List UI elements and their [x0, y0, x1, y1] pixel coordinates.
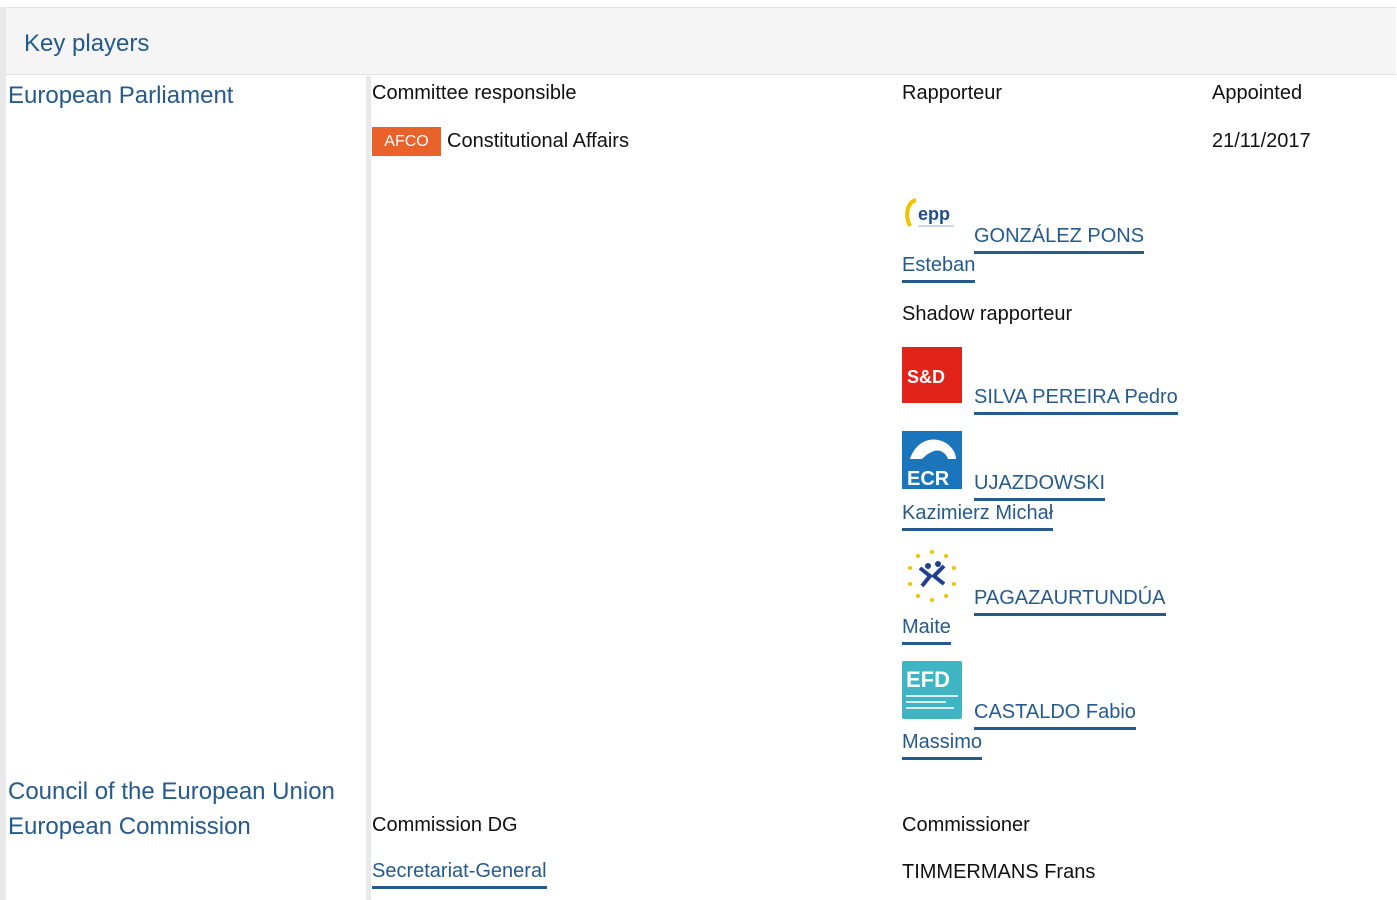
svg-text:EFD: EFD [906, 667, 950, 692]
sd-logo-icon: S&D [902, 347, 962, 403]
institution-european-commission[interactable]: European Commission [8, 813, 251, 841]
alde-logo-icon [902, 546, 962, 606]
institution-european-parliament[interactable]: European Parliament [8, 82, 233, 110]
commissioner-name: TIMMERMANS Frans [902, 861, 1096, 883]
svg-text:ECR: ECR [907, 468, 950, 490]
commissioner-label: Commissioner [902, 814, 1030, 836]
left-rule [0, 7, 6, 900]
epp-logo-icon: epp [902, 184, 962, 244]
efdd-logo-icon: EFD [902, 661, 962, 719]
committee-name: Constitutional Affairs [447, 130, 629, 152]
appointed-date: 21/11/2017 [1212, 130, 1311, 152]
key-players-page: Key players European Parliament Council … [0, 0, 1397, 900]
rapporteur-label: Rapporteur [902, 82, 1003, 104]
ecr-logo-icon: ECR [902, 431, 962, 490]
shadow-3-name-line1[interactable]: PAGAZAURTUNDÚA [974, 584, 1166, 616]
commission-dg-label: Commission DG [372, 814, 518, 836]
shadow-4-name-line2[interactable]: Massimo [902, 728, 983, 760]
shadow-4-name-line1[interactable]: CASTALDO Fabio [974, 698, 1136, 730]
appointed-label: Appointed [1212, 82, 1303, 104]
column-divider [366, 76, 371, 900]
shadow-3-name-line2[interactable]: Maite [902, 613, 951, 645]
committee-responsible-label: Committee responsible [372, 82, 577, 104]
institution-council[interactable]: Council of the European Union [8, 778, 335, 806]
committee-code-badge[interactable]: AFCO [372, 127, 441, 156]
shadow-rapporteur-label: Shadow rapporteur [902, 303, 1073, 325]
shadow-1-name[interactable]: SILVA PEREIRA Pedro [974, 383, 1178, 415]
commission-dg-link[interactable]: Secretariat-General [372, 857, 547, 889]
shadow-2-name-line2[interactable]: Kazimierz Michał [902, 499, 1054, 531]
rapporteur-name-line2[interactable]: Esteban [902, 251, 976, 283]
shadow-2-name-line1[interactable]: UJAZDOWSKI [974, 469, 1106, 501]
section-title: Key players [24, 30, 150, 57]
key-players-header: Key players [6, 7, 1396, 75]
svg-text:S&D: S&D [907, 367, 945, 387]
rapporteur-name-line1[interactable]: GONZÁLEZ PONS [974, 222, 1145, 254]
svg-text:epp: epp [918, 204, 950, 224]
